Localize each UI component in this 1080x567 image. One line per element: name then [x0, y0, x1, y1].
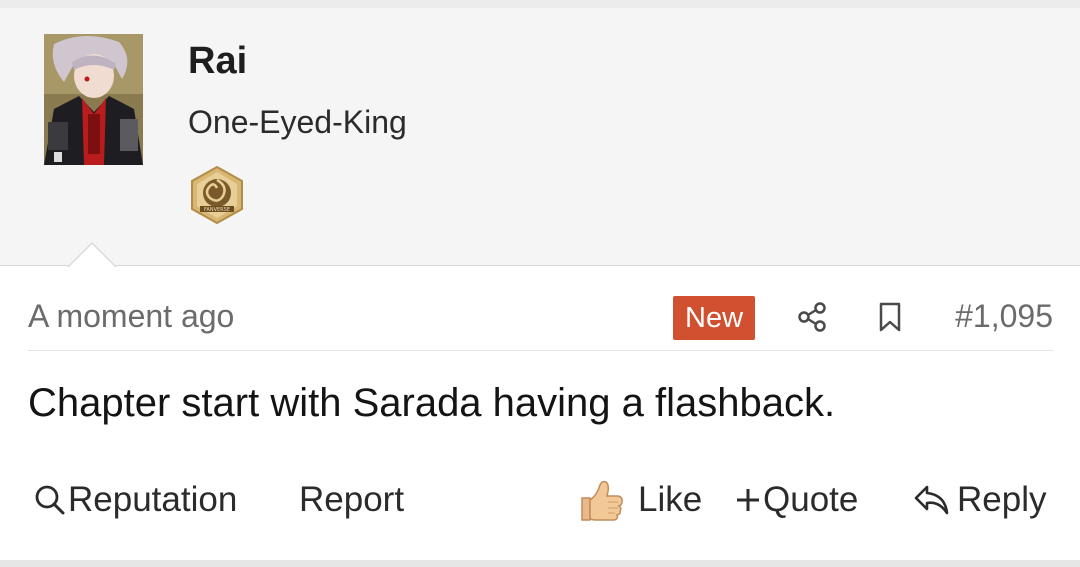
report-label: Report [299, 480, 405, 519]
svg-text:FANVERSE: FANVERSE [204, 207, 230, 213]
avatar[interactable] [44, 34, 143, 165]
reputation-label: Reputation [68, 480, 238, 519]
like-button[interactable]: Like [578, 474, 702, 526]
reply-icon [913, 483, 951, 517]
post-timestamp[interactable]: A moment ago [28, 298, 234, 335]
fanverse-badge-icon: FANVERSE [190, 165, 244, 225]
post-number[interactable]: #1,095 [955, 298, 1053, 335]
reputation-button[interactable]: Reputation [32, 474, 237, 526]
thumbs-up-icon [578, 478, 624, 522]
post-body: Chapter start with Sarada having a flash… [28, 381, 836, 425]
report-button[interactable]: Report [299, 474, 404, 526]
share-icon[interactable] [795, 300, 829, 334]
post-meta: A moment ago New #1,095 [28, 294, 1053, 351]
top-strip [0, 0, 1080, 8]
avatar-pointer-fill [68, 244, 116, 268]
plus-icon [733, 485, 763, 515]
reply-label: Reply [957, 480, 1047, 519]
user-title: One-Eyed-King [188, 104, 407, 140]
reply-button[interactable]: Reply [913, 474, 1046, 526]
bottom-strip [0, 560, 1080, 567]
username[interactable]: Rai [188, 40, 247, 83]
user-header: Rai One-Eyed-King FANVERSE [0, 8, 1080, 266]
bookmark-icon[interactable] [873, 300, 907, 334]
quote-button[interactable]: Quote [733, 474, 858, 526]
quote-label: Quote [763, 480, 859, 519]
new-badge: New [673, 296, 756, 340]
search-icon [32, 482, 68, 518]
like-label: Like [638, 480, 703, 519]
